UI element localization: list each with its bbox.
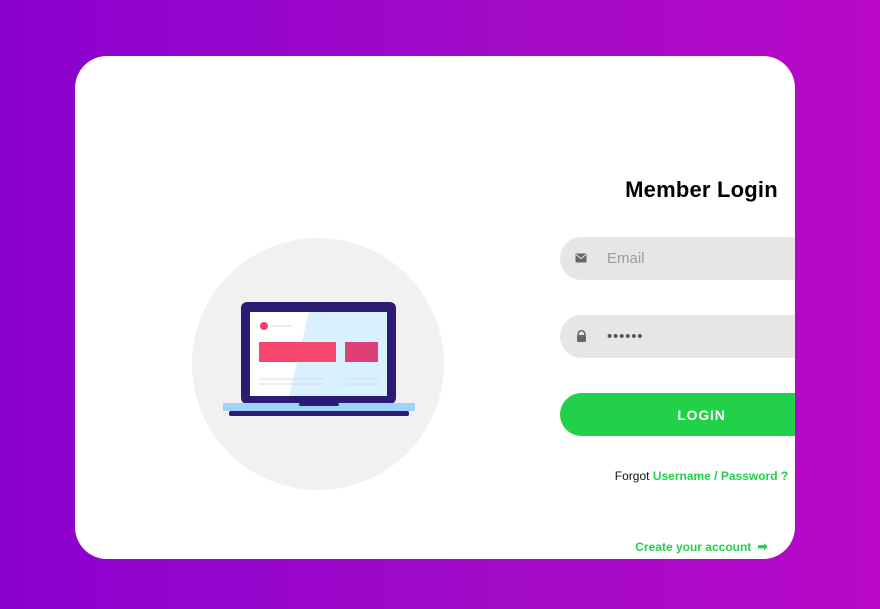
lock-icon xyxy=(574,328,588,344)
password-input-group xyxy=(560,315,795,358)
login-card: Member Login LOGIN Forgot Usernam xyxy=(75,56,795,559)
password-input[interactable] xyxy=(607,315,795,358)
page-title: Member Login xyxy=(625,177,778,202)
login-button[interactable]: LOGIN xyxy=(560,393,795,436)
email-input-group xyxy=(560,237,795,280)
arrow-right-icon: ➡ xyxy=(757,539,768,554)
create-account-link[interactable]: Create your account ➡ xyxy=(560,539,795,555)
login-form: Member Login LOGIN Forgot Usernam xyxy=(560,168,795,554)
create-account-label: Create your account xyxy=(635,540,752,554)
envelope-icon xyxy=(574,250,588,266)
forgot-prefix: Forgot xyxy=(614,469,650,483)
laptop-illustration xyxy=(223,302,415,416)
forgot-credentials-link[interactable]: Username / Password ? xyxy=(653,469,788,483)
email-input[interactable] xyxy=(607,237,795,280)
forgot-row: Forgot Username / Password ? xyxy=(560,468,795,484)
